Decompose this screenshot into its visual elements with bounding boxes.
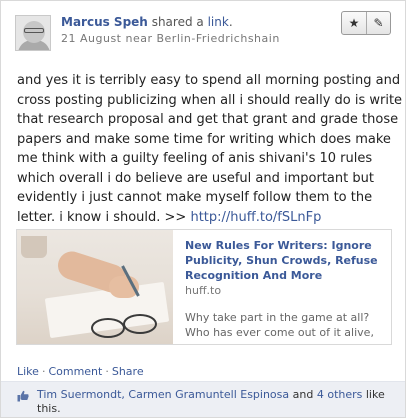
shared-object-link[interactable]: link bbox=[208, 15, 229, 29]
preview-description-line: Who has ever come out of it alive, bbox=[185, 326, 374, 339]
likes-line: Tim Suermondt, Carmen Gramuntell Espinos… bbox=[37, 388, 393, 402]
post-text-line: evidently i just cannot make myself foll… bbox=[17, 190, 373, 205]
post-text-last-line: letter. i know i should. >> http://huff.… bbox=[17, 208, 393, 228]
pencil-icon[interactable]: ✎ bbox=[366, 12, 390, 34]
like-link[interactable]: Like bbox=[17, 365, 39, 378]
likes-and: and bbox=[289, 388, 317, 401]
post-text-line: which overall i do believe are useful an… bbox=[17, 170, 374, 186]
comment-link[interactable]: Comment bbox=[48, 365, 102, 378]
story-action-links: Like · Comment · Share bbox=[17, 365, 144, 378]
post-text-line: me think with a guilty feeling of anis s… bbox=[17, 151, 373, 166]
story-timestamp[interactable]: 21 August near Berlin-Friedrichshain bbox=[61, 32, 280, 45]
preview-title-line: Publicity, Shun Crowds, Refuse bbox=[185, 254, 378, 267]
post-text-line: letter. i know i should. >> bbox=[17, 209, 191, 225]
author-avatar[interactable] bbox=[15, 15, 51, 51]
author-name[interactable]: Marcus Speh bbox=[61, 15, 148, 29]
post-link[interactable]: http://huff.to/fSLnFp bbox=[190, 210, 321, 225]
post-text-line: and yes it is terribly easy to spend all… bbox=[17, 73, 401, 88]
preview-domain: huff.to bbox=[185, 284, 222, 297]
preview-title-line: Recognition And More bbox=[185, 269, 323, 282]
likes-suffix-2: this. bbox=[37, 402, 61, 415]
story-headline: Marcus Speh shared a link. bbox=[61, 15, 233, 29]
feed-story: Marcus Speh shared a link. 21 August nea… bbox=[0, 0, 406, 418]
preview-description-line: Why take part in the game at all? bbox=[185, 311, 370, 324]
likes-summary: Tim Suermondt, Carmen Gramuntell Espinos… bbox=[37, 388, 393, 416]
preview-description: Why take part in the game at all? Who ha… bbox=[185, 310, 385, 340]
link-preview[interactable]: New Rules For Writers: Ignore Publicity,… bbox=[16, 229, 392, 345]
post-message: and yes it is terribly easy to spend all… bbox=[17, 71, 403, 228]
shared-dot: . bbox=[228, 15, 233, 29]
star-icon[interactable]: ★ bbox=[342, 12, 366, 34]
story-header: Marcus Speh shared a link. 21 August nea… bbox=[13, 11, 403, 51]
thumbs-up-icon bbox=[17, 390, 29, 402]
preview-title[interactable]: New Rules For Writers: Ignore Publicity,… bbox=[185, 238, 385, 283]
story-actions: ★ ✎ bbox=[341, 11, 391, 35]
preview-title-line: New Rules For Writers: Ignore bbox=[185, 239, 372, 252]
post-text-line: papers and make some time for writing wh… bbox=[17, 131, 391, 147]
separator: · bbox=[41, 365, 46, 378]
share-link[interactable]: Share bbox=[112, 365, 144, 378]
preview-thumbnail[interactable] bbox=[17, 230, 173, 344]
others-link[interactable]: 4 others bbox=[317, 388, 363, 401]
post-text-line: cross posting publicizing when all i sho… bbox=[17, 92, 403, 108]
shared-text: shared a bbox=[151, 15, 204, 29]
likes-bar: Tim Suermondt, Carmen Gramuntell Espinos… bbox=[1, 381, 405, 417]
separator: · bbox=[105, 365, 109, 378]
likers-names[interactable]: Tim Suermondt, Carmen Gramuntell Espinos… bbox=[37, 388, 289, 401]
post-text-line: that research proposal and get that gran… bbox=[17, 112, 399, 127]
likes-suffix-1: like bbox=[362, 388, 385, 401]
